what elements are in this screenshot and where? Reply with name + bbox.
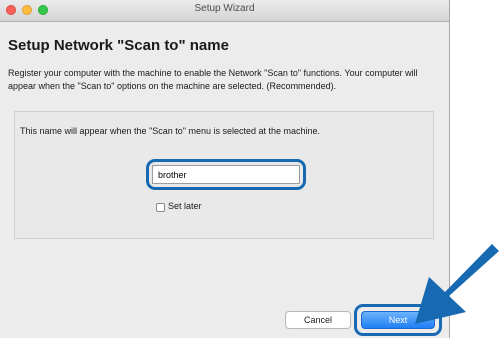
pointer-arrow-icon	[415, 244, 499, 324]
